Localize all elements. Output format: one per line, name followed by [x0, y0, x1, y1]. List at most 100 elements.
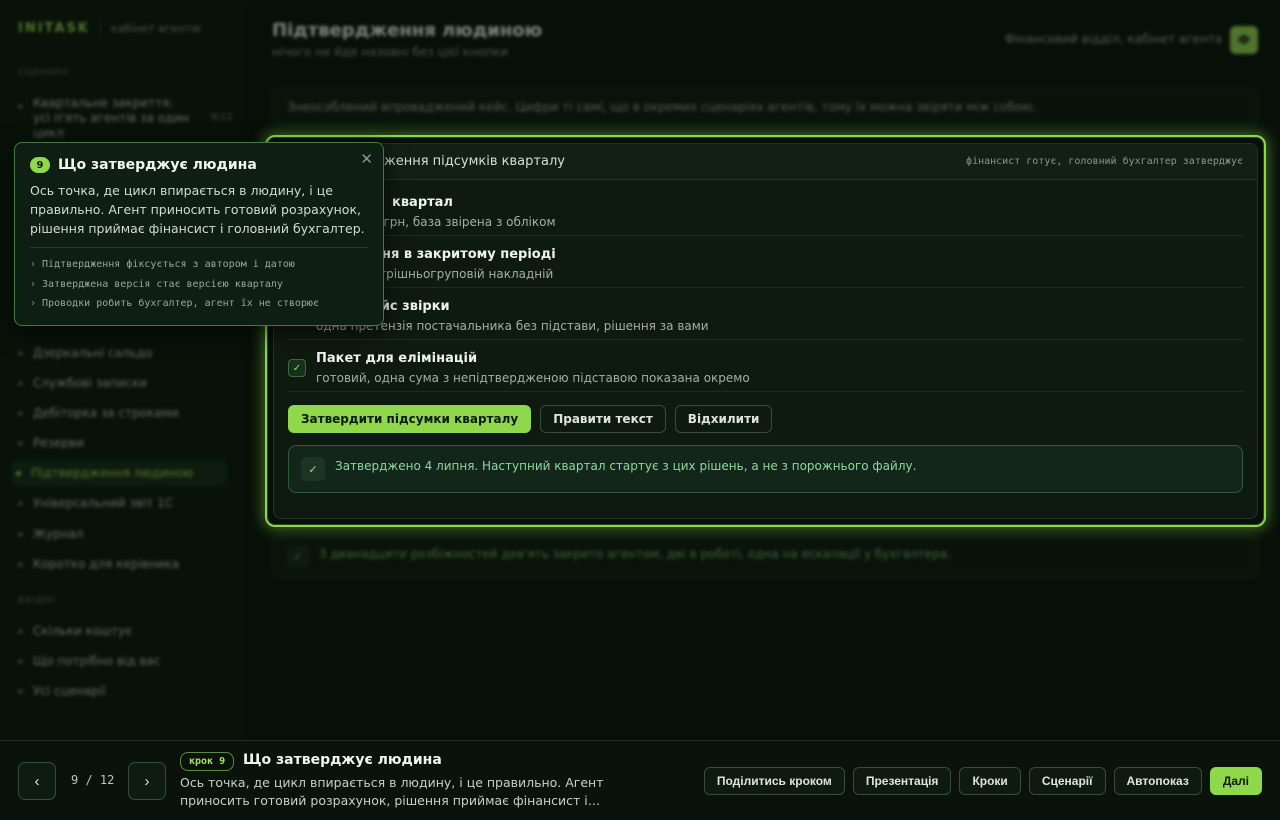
- checklist-item-desc: готовий, одна сума з непідтвердженою під…: [316, 371, 750, 385]
- checklist-item: ✓ квартал 0 грн, база звірена з обліком: [288, 184, 1243, 236]
- checklist-item: ✓ ейс звірки одна претензія постачальник…: [288, 288, 1243, 340]
- popover-point: › Підтвердження фіксується з автором і да…: [30, 255, 368, 275]
- chevron-right-icon: ›: [30, 298, 37, 309]
- sidebar-item-receivables[interactable]: Дебіторка за строками: [18, 406, 233, 420]
- page-title: Підтвердження людиною: [272, 20, 543, 41]
- step-pager: 9 / 12: [71, 773, 115, 787]
- sidebar-item-all-scenarios[interactable]: Усі сценарії: [18, 684, 233, 698]
- step-description: Ось точка, де цикл впирається в людину, …: [180, 775, 604, 808]
- bullet-icon: [18, 531, 23, 537]
- sidebar-item-label: Дзеркальні сальдо: [33, 346, 153, 360]
- autoplay-button[interactable]: Автопоказ: [1113, 767, 1202, 795]
- tour-popover: 9 Що затверджує людина ✕ Ось точка, де ц…: [14, 142, 384, 326]
- discrepancies-summary-text: З дванадцяти розбіжностей дев'ять закрит…: [319, 547, 951, 561]
- step-badge: крок 9: [180, 752, 235, 771]
- popover-point: › Проводки робить бухгалтер, агент їх не …: [30, 294, 368, 314]
- approval-confirmation: ✓ Затверджено 4 липня. Наступний квартал…: [288, 445, 1243, 493]
- popover-point-text: Підтвердження фіксується з автором і дат…: [42, 259, 295, 270]
- bullet-icon: [18, 350, 23, 356]
- bullet-icon: [18, 628, 23, 634]
- brand-divider: [99, 20, 101, 36]
- share-step-button[interactable]: Поділитись кроком: [703, 767, 845, 795]
- card-actions: Затвердити підсумки кварталу Правити тек…: [274, 392, 1257, 433]
- check-icon[interactable]: ✓: [288, 359, 306, 377]
- divider: [30, 247, 368, 248]
- popover-header: 9 Що затверджує людина: [30, 157, 368, 173]
- presentation-button[interactable]: Презентація: [852, 767, 952, 795]
- avatar[interactable]: Ф: [1230, 26, 1258, 54]
- sidebar-item-universal-report[interactable]: Універсальний звіт 1С: [18, 496, 233, 510]
- sidebar-item-label: Усі сценарії: [33, 684, 106, 698]
- sidebar-item-label: Універсальний звіт 1С: [33, 496, 174, 510]
- chevron-left-icon: ‹: [34, 772, 40, 790]
- bullet-icon: [18, 380, 23, 386]
- bullet-icon: [16, 470, 21, 476]
- popover-point: › Затверджена версія стає версією квартал…: [30, 275, 368, 295]
- approval-checklist: ✓ квартал 0 грн, база звірена з обліком …: [274, 180, 1257, 392]
- approval-confirmation-text: Затверджено 4 липня. Наступний квартал с…: [335, 459, 917, 473]
- popover-body: Ось точка, де цикл впирається в людину, …: [30, 183, 365, 236]
- bullet-icon: [18, 440, 23, 446]
- brand-subtitle: кабінет агентів: [110, 21, 201, 35]
- sidebar-item-label: Дебіторка за строками: [33, 406, 179, 420]
- page-subtitle: нічого не йде назовні без цієї кнопки: [272, 45, 508, 59]
- chevron-right-icon: ›: [144, 772, 150, 790]
- sidebar-item-human-approval[interactable]: Підтвердження людиною: [12, 460, 227, 486]
- sidebar-item-label: Коротко для керівника: [33, 557, 180, 571]
- sidebar: INITASK кабінет агентів СЦЕНАРІЇ Квартал…: [0, 0, 245, 740]
- sidebar-item-count: 9/12: [210, 112, 233, 123]
- scenarios-button[interactable]: Сценарії: [1028, 767, 1106, 795]
- info-note: Знеособлений впроваджений кейс. Цифри ті…: [272, 88, 1258, 126]
- check-icon: ✓: [287, 545, 309, 567]
- sidebar-item-label: Журнал: [33, 527, 84, 541]
- sidebar-item-memos[interactable]: Службові записки: [18, 376, 233, 390]
- sidebar-item-quarter-close[interactable]: Квартальне закриття: усі п'ять агентів з…: [18, 96, 233, 141]
- check-icon: ✓: [301, 457, 325, 481]
- next-step-arrow-button[interactable]: ›: [128, 762, 166, 800]
- sidebar-item-label: Підтвердження людиною: [31, 466, 194, 480]
- popover-point-text: Затверджена версія стає версією кварталу: [42, 278, 283, 290]
- bullet-icon: [18, 500, 23, 506]
- bullet-icon: [18, 104, 23, 109]
- discrepancies-summary-card: ✓ З дванадцяти розбіжностей дев'ять закр…: [272, 534, 1258, 578]
- sidebar-item-mirror-balances[interactable]: Дзеркальні сальдо: [18, 346, 233, 360]
- chevron-right-icon: ›: [30, 259, 37, 270]
- tour-bottom-bar: ‹ 9 / 12 › крок 9 Що затверджує людина О…: [0, 740, 1280, 820]
- sidebar-item-pricing[interactable]: Скільки коштує: [18, 624, 233, 638]
- popover-title: Що затверджує людина: [58, 157, 257, 173]
- bullet-icon: [18, 658, 23, 664]
- next-button[interactable]: Далі: [1209, 767, 1262, 795]
- popover-point-text: Проводки робить бухгалтер, агент їх не с…: [42, 298, 319, 309]
- tour-actions: Поділитись кроком Презентація Кроки Сцен…: [703, 767, 1262, 795]
- sidebar-item-reserves[interactable]: Резерви: [18, 436, 233, 450]
- chevron-right-icon: ›: [30, 278, 37, 290]
- reject-button[interactable]: Відхилити: [674, 405, 773, 433]
- sidebar-item-label: Що потрібно від вас: [33, 654, 161, 668]
- quarter-approval-card: ження підсумків кварталу фінансист готує…: [273, 143, 1258, 519]
- brand: INITASK кабінет агентів: [18, 20, 200, 36]
- edit-text-button[interactable]: Правити текст: [540, 405, 666, 433]
- bullet-icon: [18, 688, 23, 694]
- previous-step-button[interactable]: ‹: [18, 762, 56, 800]
- step-number-badge: 9: [30, 157, 50, 173]
- sidebar-item-journal[interactable]: Журнал: [18, 527, 233, 541]
- sidebar-item-label: Резерви: [33, 436, 84, 450]
- sidebar-section-inbox: ВХІДНІ: [18, 596, 56, 606]
- brand-logo: INITASK: [18, 20, 90, 36]
- checklist-item: ✓ Пакет для елімінацій готовий, одна сум…: [288, 340, 1243, 392]
- bullet-icon: [18, 410, 23, 416]
- sidebar-item-requirements[interactable]: Що потрібно від вас: [18, 654, 233, 668]
- sidebar-section-scenarios: СЦЕНАРІЇ: [18, 68, 69, 78]
- close-icon[interactable]: ✕: [360, 150, 373, 168]
- sidebar-item-label: Скільки коштує: [33, 624, 132, 638]
- sidebar-item-summary[interactable]: Коротко для керівника: [18, 557, 233, 571]
- sidebar-item-label: Службові записки: [33, 376, 147, 390]
- approve-quarter-button[interactable]: Затвердити підсумки кварталу: [288, 405, 532, 433]
- steps-button[interactable]: Кроки: [959, 767, 1021, 795]
- card-roles: фінансист готує, головний бухгалтер затв…: [966, 156, 1243, 167]
- card-header: ження підсумків кварталу фінансист готує…: [274, 144, 1257, 180]
- workspace-label: Фінансовий відділ, кабінет агента: [1004, 32, 1222, 46]
- checklist-item: ✓ ння в закритому періоді утрішньогрупов…: [288, 236, 1243, 288]
- bullet-icon: [18, 561, 23, 567]
- sidebar-item-label: Квартальне закриття: усі п'ять агентів з…: [33, 96, 190, 140]
